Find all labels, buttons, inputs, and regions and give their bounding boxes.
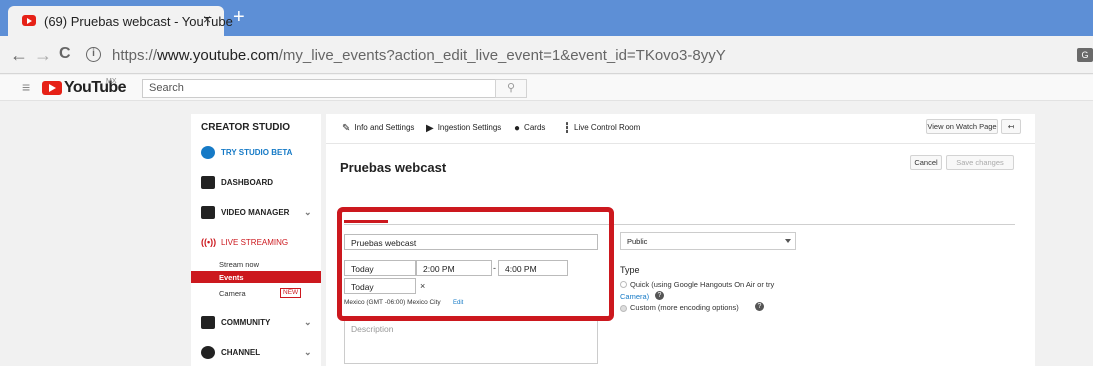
url-host: www.youtube.com <box>157 47 279 64</box>
cancel-button[interactable]: Cancel <box>910 155 942 170</box>
forward-button[interactable]: → <box>34 45 52 66</box>
event-tabs: ✎ Info and Settings ▶ Ingestion Settings ●… <box>326 114 1035 144</box>
sidebar-item-label: LIVE STREAMING <box>221 238 289 247</box>
new-tab-button[interactable]: + <box>233 6 245 29</box>
tab-ingestion-settings[interactable]: ▶ Ingestion Settings <box>426 123 501 134</box>
url-input[interactable]: https://www.youtube.com/my_live_events?a… <box>112 47 726 64</box>
quick-option-label: Quick (using Google Hangouts On Air or t… <box>630 280 775 289</box>
translate-icon[interactable]: G <box>1077 48 1093 62</box>
reload-button[interactable]: C <box>59 45 71 63</box>
sidebar-item-label: DASHBOARD <box>221 178 273 187</box>
view-on-watch-page-button[interactable]: View on Watch Page <box>926 119 998 134</box>
sidebar-heading-label: CREATOR STUDIO <box>201 122 291 133</box>
sidebar-item-label: VIDEO MANAGER <box>221 208 290 217</box>
new-badge: NEW <box>280 288 302 298</box>
video-manager-icon <box>201 206 215 219</box>
help-icon[interactable]: ? <box>755 302 764 311</box>
tab-label: Live Control Room <box>574 123 641 132</box>
menu-icon[interactable]: ≡ <box>22 79 30 95</box>
gear-icon <box>201 146 215 159</box>
chevron-down-icon[interactable]: ⌄ <box>304 347 312 358</box>
region-label: MX <box>106 78 117 85</box>
tab-label: Cards <box>524 123 546 132</box>
url-prefix: https:// <box>112 47 158 64</box>
back-arrow-button[interactable]: ↤ <box>1001 119 1021 134</box>
live-icon: ((•)) <box>201 237 217 247</box>
privacy-select[interactable]: Public <box>620 232 796 250</box>
tab-close-icon[interactable]: × <box>203 11 211 27</box>
info-icon[interactable]: i <box>86 47 101 62</box>
back-button[interactable]: ← <box>10 45 28 66</box>
tab-info-settings[interactable]: ✎ Info and Settings <box>342 123 414 134</box>
youtube-favicon-icon <box>22 15 36 26</box>
info-circle-icon: ● <box>514 123 521 134</box>
search-button[interactable]: ⚲ <box>495 79 527 98</box>
chevron-down-icon[interactable]: ⌄ <box>304 317 312 328</box>
tab-cards[interactable]: ● Cards <box>514 123 545 134</box>
address-bar: ← → C i https://www.youtube.com/my_live_… <box>0 36 1093 74</box>
highlight-annotation-box <box>337 207 614 321</box>
back-arrow-icon: ↤ <box>1007 122 1015 131</box>
creator-studio-sidebar: CREATOR STUDIO TRY STUDIO BETA DASHBOARD… <box>191 114 321 366</box>
sidebar-subitem-camera[interactable]: Camera <box>219 289 246 298</box>
browser-tab-strip: (69) Pruebas webcast - YouTube × + <box>0 0 1093 36</box>
tab-label: Ingestion Settings <box>437 123 502 132</box>
custom-option-label: Custom (more encoding options) <box>630 303 739 312</box>
tab-label: Info and Settings <box>354 123 415 132</box>
sidebar-item-label: TRY STUDIO BETA <box>221 148 293 157</box>
page-title: Pruebas webcast <box>340 160 447 175</box>
sidebar-item-label: COMMUNITY <box>221 318 271 327</box>
pencil-icon: ✎ <box>342 123 351 134</box>
description-textarea[interactable]: Description <box>344 320 598 364</box>
chevron-down-icon[interactable]: ⌄ <box>304 207 312 218</box>
sidebar-subitem-events[interactable]: Events <box>219 273 244 282</box>
help-icon[interactable]: ? <box>655 291 664 300</box>
tab-live-control-room[interactable]: ┇ Live Control Room <box>564 123 640 134</box>
community-icon <box>201 316 215 329</box>
browser-tab[interactable]: (69) Pruebas webcast - YouTube × <box>8 6 233 36</box>
search-input[interactable]: Search <box>142 79 496 98</box>
type-label: Type <box>620 265 640 275</box>
url-path: /my_live_events?action_edit_live_event=1… <box>278 47 726 64</box>
dashboard-icon <box>201 176 215 189</box>
youtube-header: ≡ YouTube MX Search ⚲ <box>0 75 1093 101</box>
chevron-down-icon[interactable] <box>785 239 791 243</box>
camera-icon: ▶ <box>426 123 434 134</box>
sidebar-subitem-stream-now[interactable]: Stream now <box>219 260 259 269</box>
camera-link[interactable]: Camera) <box>620 292 649 301</box>
sidebar-item-label: CHANNEL <box>221 348 261 357</box>
quick-radio[interactable] <box>620 281 627 288</box>
sliders-icon: ┇ <box>564 123 571 134</box>
youtube-logo-icon[interactable] <box>42 81 62 95</box>
search-icon: ⚲ <box>506 82 516 94</box>
channel-icon <box>201 346 215 359</box>
custom-radio[interactable] <box>620 305 627 312</box>
save-changes-button[interactable]: Save changes <box>946 155 1014 170</box>
sidebar-active-highlight <box>191 271 321 283</box>
